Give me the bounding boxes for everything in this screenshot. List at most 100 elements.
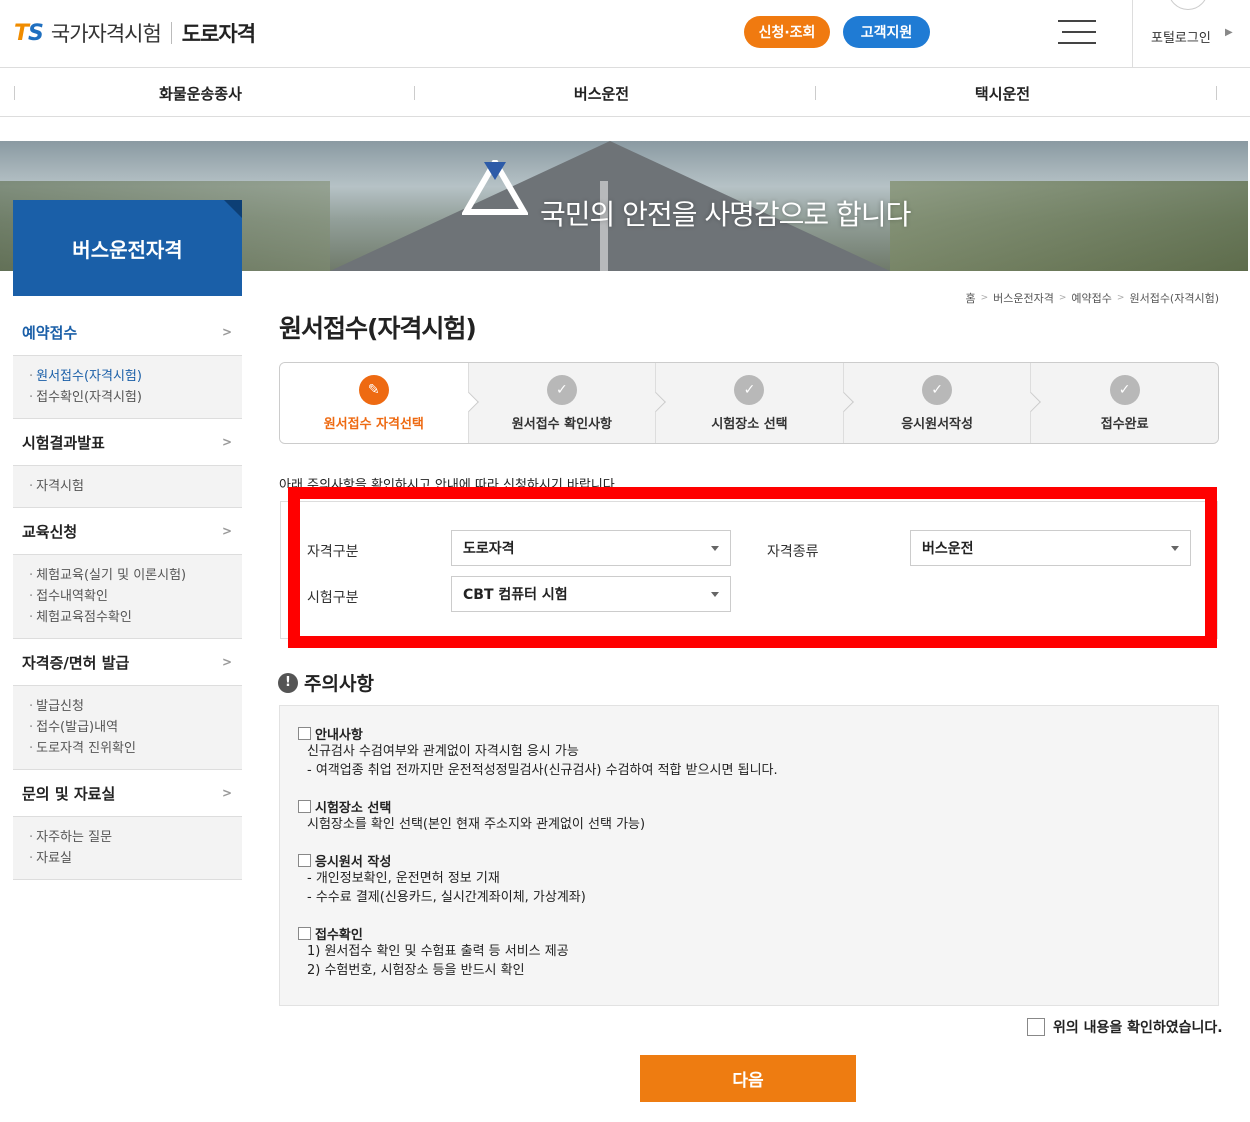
breadcrumb: 홈 > 버스운전자격 > 예약접수 > 원서접수(자격시험) (965, 290, 1219, 306)
page-title: 원서접수(자격시험) (279, 314, 477, 343)
exam-type-value: CBT 컴퓨터 시험 (463, 587, 568, 603)
caution-head-text: 접수확인 (315, 927, 363, 943)
next-button[interactable]: 다음 (640, 1055, 856, 1102)
chevron-right-icon: > (980, 293, 989, 303)
nav-freight[interactable]: 화물운송종사 (0, 69, 401, 117)
top-navigation: 화물운송종사 버스운전 택시운전 (0, 69, 1250, 117)
qual-type-value: 버스운전 (922, 541, 974, 557)
qual-category-value: 도로자격 (463, 541, 515, 557)
agree-checkbox[interactable]: 위의 내용을 확인하였습니다. (1027, 1017, 1223, 1037)
nav-divider (815, 86, 816, 100)
customer-support-button[interactable]: 고객지원 (843, 16, 930, 48)
caution-head-text: 안내사항 (315, 727, 363, 743)
chevron-right-icon: > (221, 786, 232, 800)
caution-head-text: 시험장소 선택 (315, 800, 392, 816)
exam-type-select[interactable]: CBT 컴퓨터 시험 (451, 576, 731, 612)
caution-section-head: 안내사항 (298, 724, 1218, 743)
exam-type-label: 시험구분 (307, 590, 359, 606)
sidebar-section-label: 자격증/면허 발급 (22, 653, 130, 672)
sidebar-item-qualification-exam[interactable]: 자격시험 (29, 476, 242, 497)
qualification-form: 자격구분 도로자격 자격종류 버스운전 시험구분 CBT 컴퓨터 시험 (280, 501, 1218, 639)
pencil-icon: ✎ (358, 374, 389, 405)
breadcrumb-current: 원서접수(자격시험) (1129, 292, 1219, 305)
caution-section: 시험장소 선택 시험장소를 확인 선택(본인 현재 주소지와 관계없이 선택 가… (298, 797, 1218, 834)
logo-name: 국가자격시험 (50, 22, 162, 46)
caution-section: 접수확인 1) 원서접수 확인 및 수험표 출력 등 서비스 제공 2) 수험번… (298, 924, 1218, 980)
portal-login-label: 포털로그인 (1151, 31, 1211, 46)
submenu-issuance: 발급신청 접수(발급)내역 도로자격 진위확인 (13, 686, 242, 770)
sidebar-title: 버스운전자격 (13, 200, 242, 296)
site-logo[interactable]: TS 국가자격시험 도로자격 (14, 18, 256, 48)
sidebar-item-authenticity-check[interactable]: 도로자격 진위확인 (29, 738, 242, 759)
portal-login-button[interactable]: 포털로그인 ▶ (1132, 0, 1250, 68)
caution-line: 시험장소를 확인 선택(본인 현재 주소지와 관계없이 선택 가능) (307, 817, 646, 832)
caution-section: 응시원서 작성 - 개인정보확인, 운전면허 정보 기재 - 수수료 결제(신용… (298, 851, 1218, 907)
caution-line: - 개인정보확인, 운전면허 정보 기재 (307, 871, 500, 886)
sidebar-item-issue-request[interactable]: 발급신청 (29, 696, 242, 717)
sidebar-section-label: 교육신청 (22, 522, 78, 541)
qual-type-select[interactable]: 버스운전 (910, 530, 1191, 566)
nav-divider (1216, 86, 1217, 100)
chevron-right-icon: > (1116, 293, 1125, 303)
sidebar-section-results[interactable]: 시험결과발표 > (13, 419, 242, 466)
breadcrumb-item[interactable]: 예약접수 (1071, 290, 1111, 306)
checkbox-icon[interactable] (1027, 1018, 1045, 1036)
menu-icon[interactable] (1058, 20, 1096, 44)
step-application-form: ✓ 응시원서작성 (842, 363, 1042, 443)
checkbox-icon (298, 726, 311, 740)
sidebar-item-education-score[interactable]: 체험교육점수확인 (29, 607, 242, 628)
chevron-down-icon (1171, 546, 1179, 551)
sidebar-section-education[interactable]: 교육신청 > (13, 508, 242, 555)
chevron-down-icon (711, 546, 719, 551)
sidebar-item-application-check[interactable]: 접수확인(자격시험) (29, 387, 242, 408)
sidebar-section-reservation[interactable]: 예약접수 > (13, 309, 242, 356)
qual-type-label: 자격종류 (767, 544, 819, 560)
breadcrumb-item[interactable]: 버스운전자격 (993, 290, 1054, 306)
submenu-results: 자격시험 (13, 466, 242, 508)
logo-divider (170, 22, 172, 44)
caution-line: - 수수료 결제(신용카드, 실시간계좌이체, 가상계좌) (307, 890, 586, 905)
sidebar-title-text: 버스운전자격 (72, 237, 183, 262)
chevron-right-icon: > (221, 524, 232, 538)
sidebar-section-issuance[interactable]: 자격증/면허 발급 > (13, 639, 242, 686)
header: TS 국가자격시험 도로자격 신청·조회 고객지원 포털로그인 ▶ (0, 0, 1250, 68)
breadcrumb-home[interactable]: 홈 (965, 290, 975, 306)
sidebar-item-application[interactable]: 원서접수(자격시험) (29, 366, 242, 387)
sidebar-section-label: 문의 및 자료실 (22, 784, 116, 803)
qual-category-select[interactable]: 도로자격 (451, 530, 731, 566)
sidebar-section-label: 시험결과발표 (22, 433, 105, 452)
sidebar-item-experience-education[interactable]: 체험교육(실기 및 이론시험) (29, 565, 242, 586)
caution-heading: ! 주의사항 (278, 669, 374, 696)
caution-head-text: 응시원서 작성 (315, 854, 392, 870)
check-icon: ✓ (546, 374, 577, 405)
nav-bus[interactable]: 버스운전 (401, 69, 802, 117)
submenu-education: 체험교육(실기 및 이론시험) 접수내역확인 체험교육점수확인 (13, 555, 242, 639)
submenu-support: 자주하는 질문 자료실 (13, 817, 242, 880)
logo-subtitle: 도로자격 (181, 22, 256, 46)
step-label: 원서접수 자격선택 (323, 416, 424, 432)
sidebar-menu: 예약접수 > 원서접수(자격시험) 접수확인(자격시험) 시험결과발표 > 자격… (13, 309, 242, 880)
sidebar-item-application-history[interactable]: 접수내역확인 (29, 586, 242, 607)
chevron-right-icon: > (221, 325, 232, 339)
sidebar-section-support[interactable]: 문의 및 자료실 > (13, 770, 242, 817)
chevron-right-icon: > (221, 655, 232, 669)
sidebar-item-issue-history[interactable]: 접수(발급)내역 (29, 717, 242, 738)
triangle-logo-icon (462, 160, 528, 215)
nav-taxi[interactable]: 택시운전 (802, 69, 1203, 117)
apply-inquiry-button[interactable]: 신청·조회 (744, 16, 830, 48)
submenu-reservation: 원서접수(자격시험) 접수확인(자격시험) (13, 356, 242, 419)
check-icon: ✓ (734, 374, 765, 405)
step-complete: ✓ 접수완료 (1030, 363, 1218, 443)
step-label: 시험장소 선택 (711, 416, 788, 432)
sidebar-item-resources[interactable]: 자료실 (29, 848, 242, 869)
caution-title: 주의사항 (304, 673, 374, 695)
caution-section-head: 접수확인 (298, 924, 1218, 943)
caution-line: 2) 수험번호, 시험장소 등을 반드시 확인 (307, 963, 525, 978)
step-label: 원서접수 확인사항 (511, 416, 612, 432)
progress-steps: ✎ 원서접수 자격선택 ✓ 원서접수 확인사항 ✓ 시험장소 선택 ✓ 응시원서… (279, 362, 1219, 444)
step-venue-select: ✓ 시험장소 선택 (655, 363, 854, 443)
caution-section-head: 시험장소 선택 (298, 797, 1218, 816)
chevron-right-icon: ▶ (1225, 27, 1233, 38)
sidebar-item-faq[interactable]: 자주하는 질문 (29, 827, 242, 848)
step-qualification-select: ✎ 원서접수 자격선택 (280, 363, 479, 443)
